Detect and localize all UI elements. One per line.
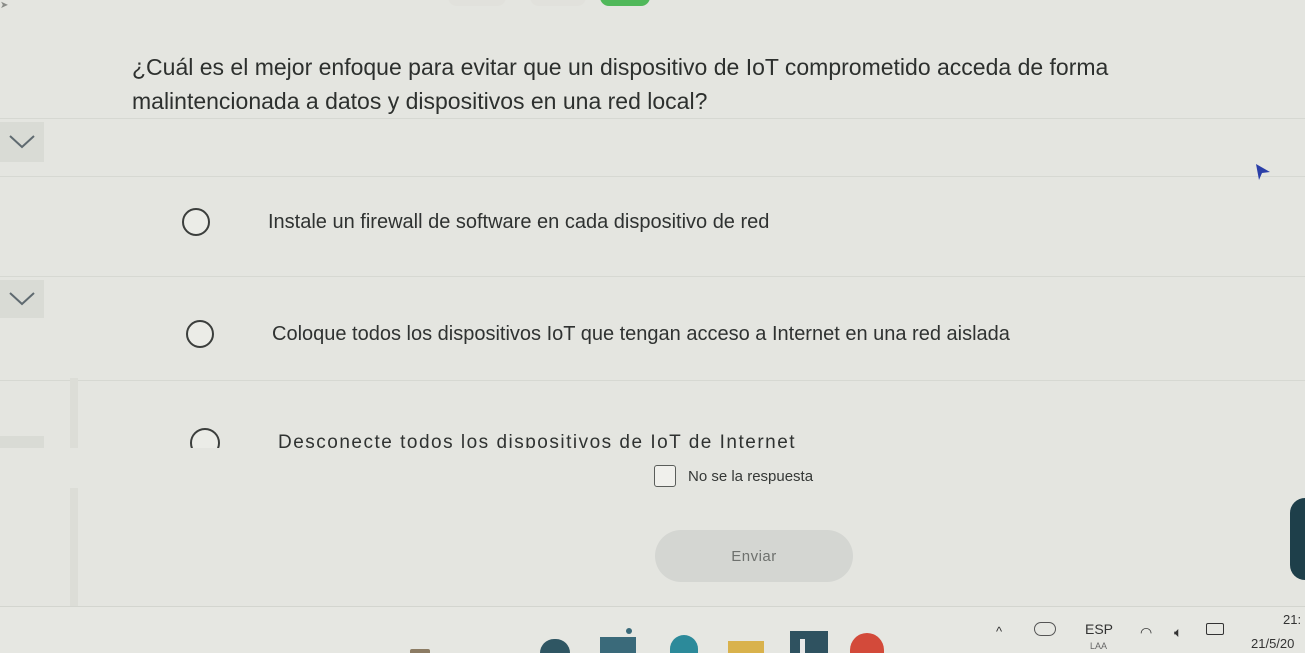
- taskbar-app-icon[interactable]: [600, 637, 636, 653]
- folder-icon[interactable]: [728, 641, 764, 653]
- keyboard-layout: LAA: [1090, 641, 1108, 651]
- radio-button[interactable]: [186, 320, 214, 348]
- browser-icon[interactable]: [850, 633, 884, 653]
- expand-chevron-button[interactable]: [0, 280, 44, 318]
- taskbar-app-icon[interactable]: [790, 631, 828, 653]
- taskbar-app-icon[interactable]: [410, 649, 430, 653]
- divider: [0, 380, 1305, 381]
- taskbar-app-icon[interactable]: [670, 635, 698, 653]
- radio-button[interactable]: [182, 208, 210, 236]
- volume-icon[interactable]: 🔈︎: [1174, 624, 1182, 641]
- answer-option-1[interactable]: Instale un firewall de software en cada …: [182, 208, 769, 236]
- divider: [0, 276, 1305, 277]
- mouse-cursor-icon: [1256, 164, 1270, 180]
- clock-time[interactable]: 21:: [1283, 612, 1301, 627]
- chevron-down-icon: [9, 135, 35, 149]
- question-text: ¿Cuál es el mejor enfoque para evitar qu…: [132, 54, 1109, 114]
- divider: [0, 176, 1305, 177]
- app-letter-mark: [800, 639, 805, 653]
- wifi-icon[interactable]: ◠: [1140, 624, 1152, 641]
- footer-panel: [0, 448, 1305, 488]
- app-badge: [626, 628, 632, 634]
- top-tab[interactable]: [530, 0, 586, 6]
- top-tab[interactable]: [448, 0, 506, 6]
- top-tab-active[interactable]: [600, 0, 650, 6]
- option-label: Instale un firewall de software en cada …: [268, 210, 770, 233]
- chevron-down-icon: [9, 292, 35, 306]
- answer-option-2[interactable]: Coloque todos los dispositivos IoT que t…: [186, 320, 1010, 348]
- divider: [0, 118, 1305, 119]
- top-bar: ➤: [0, 0, 1305, 11]
- arrow-icon: ➤: [0, 0, 9, 11]
- language-indicator[interactable]: ESP: [1085, 621, 1113, 637]
- battery-icon[interactable]: [1206, 623, 1224, 635]
- dont-know-option[interactable]: No se la respuesta: [654, 465, 813, 487]
- chevron-up-icon[interactable]: ^: [996, 624, 1002, 639]
- cloud-icon[interactable]: [1034, 622, 1056, 636]
- clock-date[interactable]: 21/5/20: [1251, 636, 1294, 651]
- submit-button[interactable]: Enviar: [655, 530, 853, 582]
- dont-know-label: No se la respuesta: [688, 467, 814, 485]
- expand-chevron-button[interactable]: [0, 122, 44, 162]
- checkbox[interactable]: [654, 465, 676, 487]
- decorative-band: [70, 378, 78, 608]
- taskbar-app-icon[interactable]: [540, 639, 570, 653]
- option-label: Coloque todos los dispositivos IoT que t…: [272, 322, 1010, 345]
- side-widget[interactable]: [1290, 498, 1305, 580]
